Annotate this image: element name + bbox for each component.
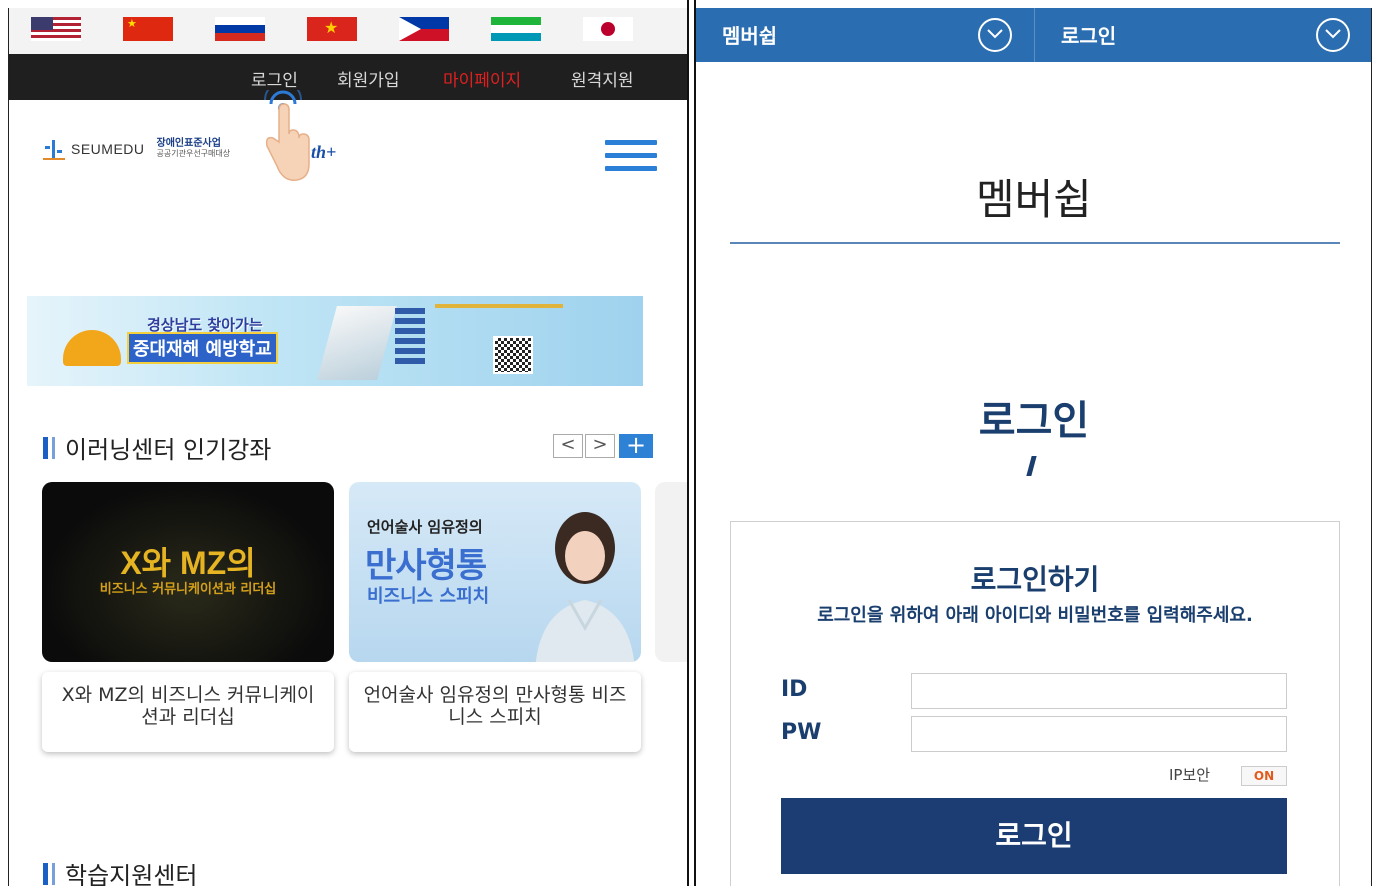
us-flag-icon[interactable] [31,17,81,41]
more-courses-button[interactable]: + [619,433,653,458]
course-card[interactable]: 언어술사 임유정의 만사형통 비즈니스 스피치 언어술사 임유정의 만사형통 비… [349,482,641,760]
uzbekistan-flag-icon[interactable] [491,17,541,41]
philippines-flag-icon[interactable] [399,17,449,41]
qr-code-icon [493,336,533,374]
section-title-elearning: 이러닝센터 인기강좌 [43,430,271,465]
ip-security-label: IP보안 [1169,766,1211,784]
id-label: ID [781,677,808,702]
title-divider [730,242,1340,244]
safety-helmet-icon [63,330,121,366]
membership-dropdown[interactable]: 멤버쉽 [696,8,1034,62]
chevron-down-icon[interactable] [1316,18,1350,52]
logo-wordmark: SEUMEDU [71,141,145,157]
course-card[interactable]: X와 MZ의 비즈니스 커뮤니케이션과 리더십 X와 MZ의 비즈니스 커뮤니케… [42,482,334,760]
chevron-down-icon[interactable] [978,18,1012,52]
pw-label: PW [781,720,822,745]
ip-security-toggle[interactable]: ON [1241,766,1287,786]
top-navigation: 로그인 회원가입 마이페이지 원격지원 [9,54,687,100]
logo-subtitle: 장애인표준사업 공공기관우선구매대상 [156,138,231,159]
promo-banner[interactable]: 경상남도 찾아가는 중대재해 예방학교 [27,296,643,386]
login-form-title: 로그인하기 [970,563,1100,596]
login-dropdown[interactable]: 로그인 [1034,8,1371,62]
tap-pointer-icon [264,90,310,181]
russia-flag-icon[interactable] [215,17,265,41]
logo-suffix: th+ [311,142,337,162]
password-field[interactable] [911,716,1287,752]
heading-accent-mark [1026,456,1037,476]
japan-flag-icon[interactable] [583,17,633,41]
menu-hamburger-icon[interactable] [605,140,657,172]
section-title-learning-support: 학습지원센터 [43,856,197,886]
banner-info-table [395,304,565,378]
subpage-header: 멤버쉽 로그인 [696,8,1371,62]
comparison-frame: ★ ★ 로그인 회원가입 마이페이지 원격지원 SEUMEDU 장애인표준사업 … [0,0,1376,886]
nav-join-link[interactable]: 회원가입 [337,66,400,91]
login-submit-button[interactable]: 로그인 [781,798,1287,874]
language-flag-bar: ★ ★ [9,8,687,54]
instructor-photo [535,512,635,662]
next-course-peek[interactable] [655,482,687,662]
login-form-box: 로그인하기 로그인을 위하여 아래 아이디와 비밀번호를 입력해주세요. ID … [730,521,1340,886]
course-thumbnail[interactable]: X와 MZ의 비즈니스 커뮤니케이션과 리더십 [42,482,334,662]
course-caption[interactable]: 언어술사 임유정의 만사형통 비즈니스 스피치 [349,672,641,752]
logo-mark-icon [43,138,65,160]
page-title: 멤버쉽 [976,175,1092,224]
screen-divider [687,0,696,886]
course-slider-controls: < > + [553,433,653,458]
nav-login-link[interactable]: 로그인 [251,66,298,91]
course-caption[interactable]: X와 MZ의 비즈니스 커뮤니케이션과 리더십 [42,672,334,752]
china-flag-icon[interactable]: ★ [123,17,173,41]
site-logo[interactable]: SEUMEDU 장애인표준사업 공공기관우선구매대상 th+ [43,138,336,162]
banner-illustration [317,306,397,380]
login-heading: 로그인 [978,398,1090,444]
mobile-home-screen: ★ ★ 로그인 회원가입 마이페이지 원격지원 SEUMEDU 장애인표준사업 … [8,8,687,886]
slider-prev-button[interactable]: < [553,434,583,458]
course-thumbnail[interactable]: 언어술사 임유정의 만사형통 비즈니스 스피치 [349,482,641,662]
id-field[interactable] [911,673,1287,709]
vietnam-flag-icon[interactable]: ★ [307,17,357,41]
nav-mypage-link[interactable]: 마이페이지 [443,66,521,91]
slider-next-button[interactable]: > [585,434,615,458]
login-form-description: 로그인을 위하여 아래 아이디와 비밀번호를 입력해주세요. [817,605,1253,626]
mobile-login-screen: 멤버쉽 로그인 멤버쉽 로그인 로그인하기 로그인을 위하여 아래 아이디와 비… [696,8,1372,886]
nav-remote-support-link[interactable]: 원격지원 [571,66,634,91]
banner-line2: 중대재해 예방학교 [127,332,278,364]
